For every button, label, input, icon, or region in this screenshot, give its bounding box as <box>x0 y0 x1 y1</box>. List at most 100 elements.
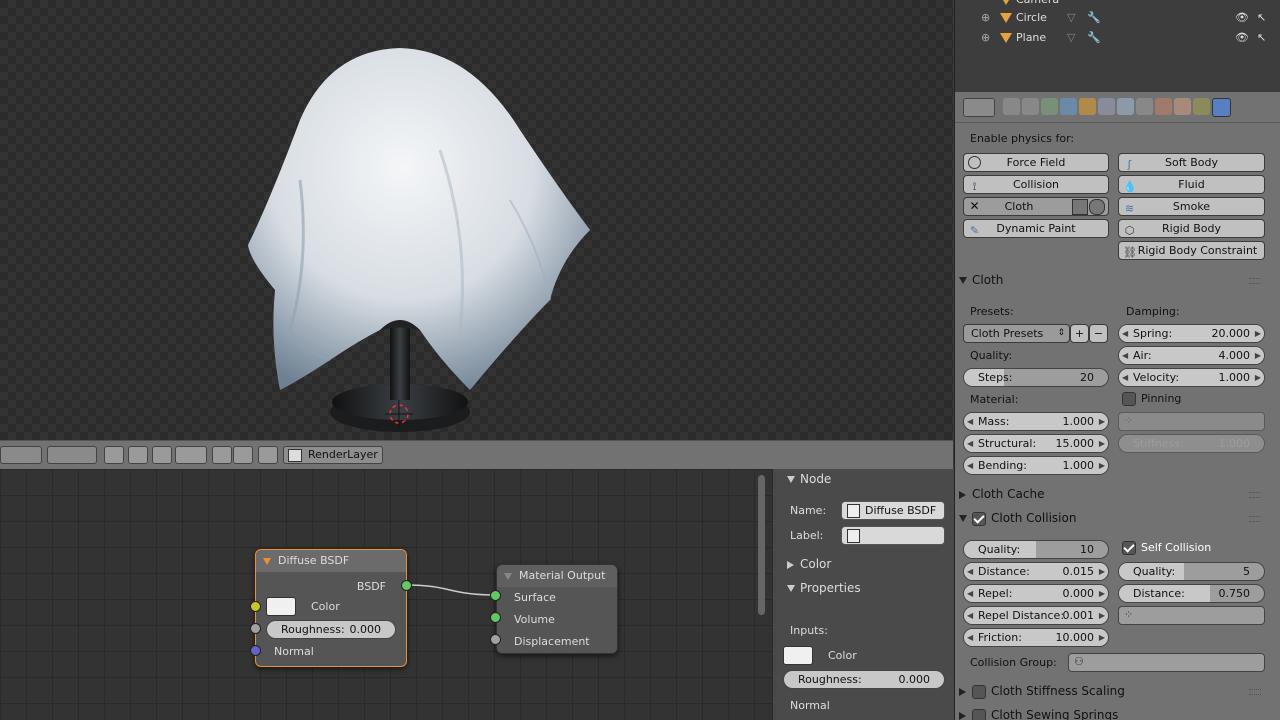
world-tab-icon[interactable] <box>1060 98 1077 115</box>
distance-field[interactable]: ◀ Distance: 0.015 ▶ <box>963 562 1109 581</box>
render-toggle-icon[interactable] <box>1072 199 1088 215</box>
node-editor-scrollbar[interactable] <box>758 475 765 615</box>
viewport-eye-icon[interactable] <box>1089 199 1105 215</box>
node-collapse-icon-2[interactable] <box>504 573 512 580</box>
node-collapse-icon[interactable] <box>263 558 271 565</box>
smoke-button[interactable]: ≋ Smoke <box>1118 197 1265 216</box>
rigid-body-button[interactable]: ⬡ Rigid Body <box>1118 219 1265 238</box>
collision-quality-slider[interactable]: Quality: 10 <box>963 540 1109 559</box>
node-section-header[interactable]: Node <box>787 472 831 486</box>
npanel-roughness-slider[interactable]: Roughness: 0.000 <box>783 670 945 689</box>
sewing-springs-header[interactable]: Cloth Sewing Springs <box>959 704 1267 720</box>
physics-tab-icon[interactable] <box>1212 98 1231 117</box>
lock-camera-icon[interactable] <box>104 446 124 464</box>
self-quality-slider[interactable]: Quality: 5 <box>1118 562 1265 581</box>
properties-section-header[interactable]: Properties <box>787 581 861 595</box>
soft-body-button[interactable]: ʃ Soft Body <box>1118 153 1265 172</box>
visibility-eye-icon-2[interactable]: 👁 <box>1235 28 1249 48</box>
layer-grid-2[interactable] <box>47 446 97 464</box>
volume-input-socket[interactable] <box>490 612 501 623</box>
expand-icon-2[interactable]: ⊕ <box>981 28 990 48</box>
modifier-wrench-icon-2[interactable]: 🔧 <box>1087 28 1101 48</box>
visibility-eye-icon[interactable]: 👁 <box>1235 8 1249 28</box>
force-field-button[interactable]: Force Field <box>963 153 1109 172</box>
color-input-socket[interactable] <box>250 601 261 612</box>
render-camera-icon[interactable] <box>212 446 232 464</box>
sewing-springs-check-icon <box>972 708 986 720</box>
expand-icon[interactable]: ⊕ <box>981 8 990 28</box>
repel-field[interactable]: ◀ Repel: 0.000 ▶ <box>963 584 1109 603</box>
stiffness-scaling-header[interactable]: Cloth Stiffness Scaling <box>959 680 1267 702</box>
node-editor[interactable]: Diffuse BSDF BSDF Color Roughness: 0.000… <box>0 469 772 720</box>
roughness-slider[interactable]: Roughness: 0.000 <box>266 620 396 639</box>
color-section-header[interactable]: Color <box>787 557 831 571</box>
pause-icon[interactable] <box>258 446 278 464</box>
cloth-button[interactable]: ✕ Cloth <box>963 197 1109 216</box>
normal-input-socket[interactable] <box>250 645 261 656</box>
self-distance-slider[interactable]: Distance: 0.750 <box>1118 584 1265 603</box>
remove-preset-button[interactable]: − <box>1089 324 1108 343</box>
constraints-tab-icon[interactable] <box>1098 98 1115 115</box>
particles-tab-icon[interactable] <box>1193 98 1210 115</box>
cloth-render-image <box>248 48 590 432</box>
collision-group-label: Collision Group: <box>970 656 1057 669</box>
rigid-body-constraint-button[interactable]: ⛓ Rigid Body Constraint <box>1118 241 1265 260</box>
self-collision-group-field[interactable]: ⁘ <box>1118 606 1265 625</box>
fluid-button[interactable]: 💧 Fluid <box>1118 175 1265 194</box>
pinning-checkbox[interactable]: Pinning <box>1122 392 1181 406</box>
repel-distance-field[interactable]: ◀ Repel Distance: 0.001 ▶ <box>963 606 1109 625</box>
cloth-cache-header[interactable]: Cloth Cache <box>959 483 1267 505</box>
structural-field[interactable]: ◀ Structural: 15.000 ▶ <box>963 434 1109 453</box>
dynamic-paint-button[interactable]: ✎ Dynamic Paint <box>963 219 1109 238</box>
select-arrow-icon-2[interactable]: ↖ <box>1257 28 1266 48</box>
friction-field[interactable]: ◀ Friction: 10.000 ▶ <box>963 628 1109 647</box>
editor-type-menu[interactable] <box>963 98 995 117</box>
node-name-icon <box>847 504 860 518</box>
velocity-field[interactable]: ◀ Velocity: 1.000 ▶ <box>1118 368 1265 387</box>
material-output-node[interactable]: Material Output Surface Volume Displacem… <box>496 564 618 654</box>
render-anim-icon[interactable] <box>233 446 253 464</box>
cloth-section-header[interactable]: Cloth <box>959 269 1267 291</box>
render-layer-field[interactable]: RenderLayer <box>283 446 383 464</box>
mass-field[interactable]: ◀ Mass: 1.000 ▶ <box>963 412 1109 431</box>
scene-tab-icon[interactable] <box>1041 98 1058 115</box>
node-name-field[interactable]: Diffuse BSDF <box>841 501 945 520</box>
bending-field[interactable]: ◀ Bending: 1.000 ▶ <box>963 456 1109 475</box>
air-field[interactable]: ◀ Air: 4.000 ▶ <box>1118 346 1265 365</box>
layers-tab-icon[interactable] <box>1022 98 1039 115</box>
self-collision-checkbox[interactable]: Self Collision <box>1122 541 1211 555</box>
add-preset-button[interactable]: + <box>1070 324 1089 343</box>
color-swatch[interactable] <box>266 597 296 616</box>
cloth-collision-header[interactable]: Cloth Collision <box>959 507 1267 529</box>
snap-icon[interactable] <box>175 446 207 464</box>
displacement-input-socket[interactable] <box>490 634 501 645</box>
label-label: Label: <box>790 529 824 542</box>
material-tab-icon[interactable] <box>1155 98 1172 115</box>
texture-tab-icon[interactable] <box>1174 98 1191 115</box>
spring-field[interactable]: ◀ Spring: 20.000 ▶ <box>1118 324 1265 343</box>
surface-input-socket[interactable] <box>490 590 501 601</box>
mesh-data-icon[interactable]: ▽ <box>1067 8 1075 28</box>
proportional-edit-icon[interactable] <box>152 446 172 464</box>
select-arrow-icon[interactable]: ↖ <box>1257 8 1266 28</box>
outliner-row-circle[interactable]: ⊕ Circle ▽ 🔧 👁 ↖ <box>955 8 1280 28</box>
cloth-presets-menu[interactable]: Cloth Presets ⇕ <box>963 324 1070 343</box>
npanel-color-swatch[interactable] <box>783 646 813 665</box>
collision-button[interactable]: ⟟ Collision <box>963 175 1109 194</box>
collision-group-field[interactable]: ⚇ <box>1068 653 1265 672</box>
3d-viewport[interactable] <box>0 0 953 440</box>
steps-slider[interactable]: Steps: 20 <box>963 368 1109 387</box>
data-tab-icon[interactable] <box>1136 98 1153 115</box>
pivot-icon[interactable] <box>128 446 148 464</box>
render-tab-icon[interactable] <box>1003 98 1020 115</box>
diffuse-bsdf-node[interactable]: Diffuse BSDF BSDF Color Roughness: 0.000… <box>255 549 407 667</box>
bsdf-output-socket[interactable] <box>401 580 412 591</box>
roughness-input-socket[interactable] <box>250 623 261 634</box>
outliner-row-plane[interactable]: ⊕ Plane ▽ 🔧 👁 ↖ <box>955 28 1280 48</box>
layer-grid-1[interactable] <box>0 446 42 464</box>
object-tab-icon[interactable] <box>1079 98 1096 115</box>
mesh-data-icon-2[interactable]: ▽ <box>1067 28 1075 48</box>
node-label-field[interactable] <box>841 526 945 545</box>
modifiers-tab-icon[interactable] <box>1117 98 1134 115</box>
modifier-wrench-icon[interactable]: 🔧 <box>1087 8 1101 28</box>
